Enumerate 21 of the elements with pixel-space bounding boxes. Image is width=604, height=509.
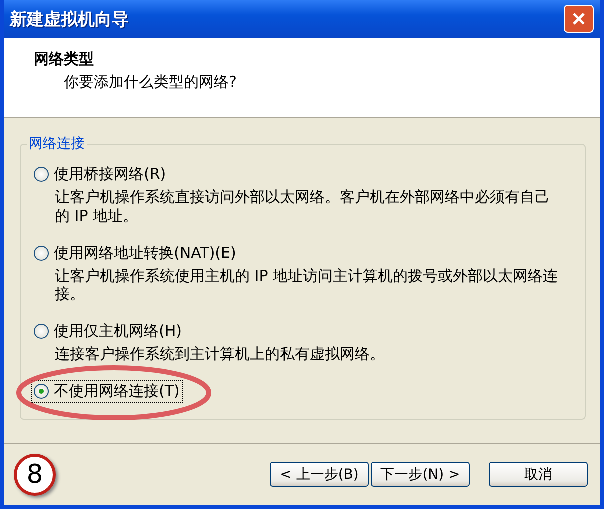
radio-option[interactable]: 不使用网络连接(T) bbox=[31, 380, 183, 403]
radio-option[interactable]: 使用仅主机网络(H) bbox=[31, 320, 185, 343]
wizard-button[interactable]: 取消 bbox=[489, 462, 588, 487]
step-badge: 8 bbox=[14, 454, 56, 496]
option-description: 连接客户操作系统到主计算机上的私有虚拟网络。 bbox=[54, 345, 386, 364]
radio-option[interactable]: 使用桥接网络(R) bbox=[31, 163, 170, 186]
page-subtitle: 你要添加什么类型的网络? bbox=[63, 73, 238, 92]
window-title: 新建虚拟机向导 bbox=[10, 8, 129, 30]
close-icon bbox=[571, 11, 587, 27]
radio-icon bbox=[34, 167, 49, 182]
radio-icon bbox=[34, 384, 49, 399]
wizard-button[interactable]: 下一步(N) > bbox=[371, 462, 470, 487]
radio-icon bbox=[34, 246, 49, 260]
radio-icon bbox=[34, 324, 49, 339]
page-title: 网络类型 bbox=[34, 50, 95, 69]
radio-option[interactable]: 使用网络地址转换(NAT)(E) bbox=[31, 242, 240, 264]
option-description: 让客户机操作系统使用主机的 IP 地址访问主计算机的拨号或外部以太网络连接。 bbox=[54, 266, 560, 304]
option-description: 让客户机操作系统直接访问外部以太网络。客户机在外部网络中必须有自己的 IP 地址。 bbox=[54, 188, 551, 226]
group-title: 网络连接 bbox=[27, 135, 87, 153]
wizard-button[interactable]: < 上一步(B) bbox=[270, 462, 369, 487]
close-button[interactable] bbox=[564, 5, 594, 33]
